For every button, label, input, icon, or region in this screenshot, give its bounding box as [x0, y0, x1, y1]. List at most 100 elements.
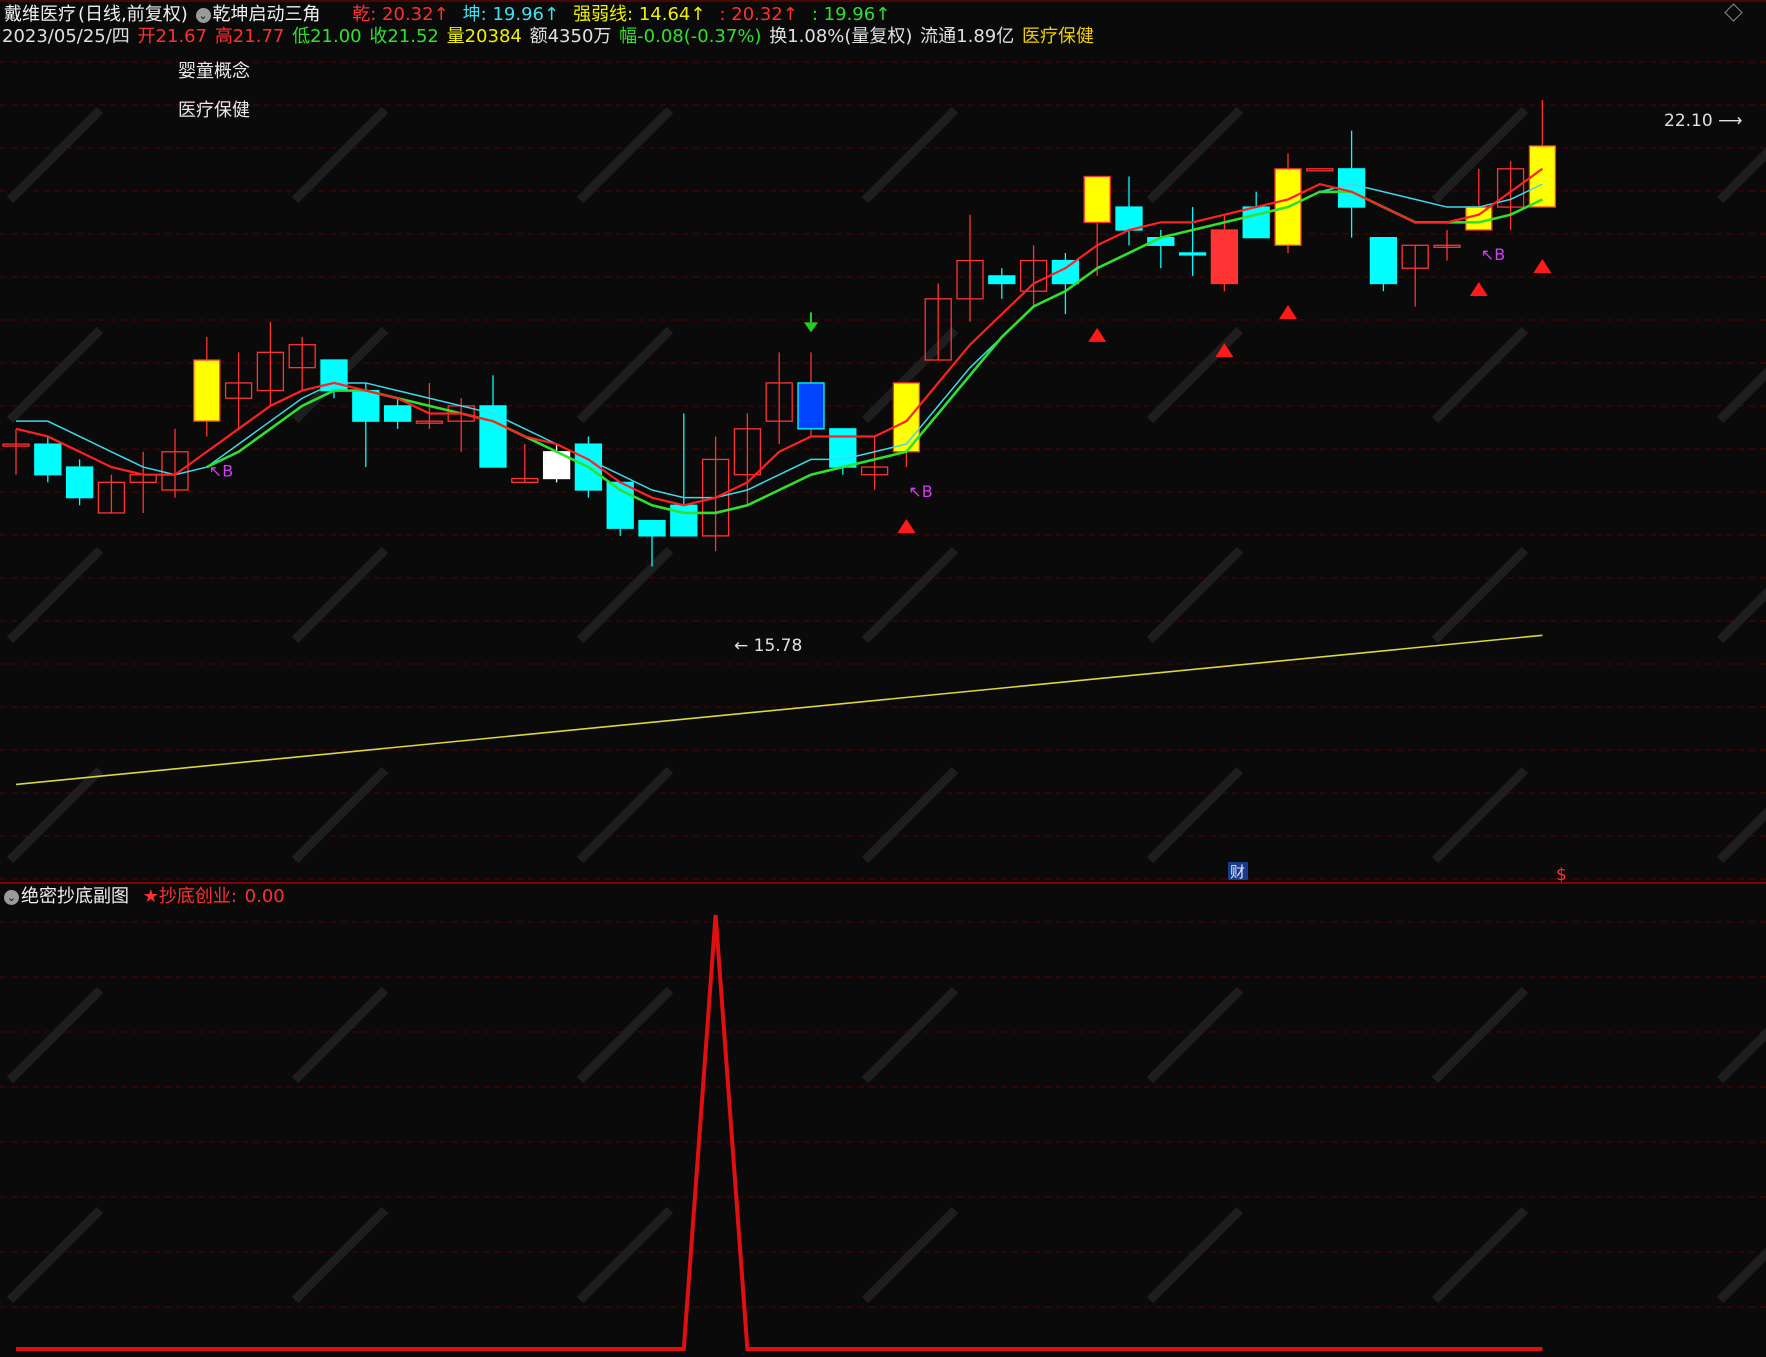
- watermark-mark: [1716, 1027, 1766, 1084]
- signal-triangle: [1533, 259, 1552, 274]
- watermark-mark: [861, 986, 959, 1084]
- chart-canvas[interactable]: ↖B↖B↖B22.10 ⟶← 15.78财 $: [0, 0, 1766, 1357]
- candle-body: [1115, 206, 1143, 231]
- candle-body: [383, 405, 412, 422]
- watermark-mark: [861, 546, 959, 644]
- low-price-label: ← 15.78: [734, 636, 802, 656]
- candle-body: [1210, 229, 1239, 285]
- candle-body: [829, 428, 857, 468]
- quote-close: 收21.52: [369, 26, 439, 47]
- candle-body: [1465, 206, 1493, 231]
- sub-indicator-series: [16, 914, 1543, 1351]
- high-price-label: 22.10 ⟶: [1664, 111, 1742, 131]
- buy-mark: ↖B: [908, 482, 932, 501]
- watermark-mark: [861, 766, 959, 864]
- watermark-mark: [861, 1206, 959, 1304]
- watermark-mark: [1146, 106, 1244, 204]
- indicator-value-4: : 19.96↑: [811, 4, 891, 25]
- candle-body: [1369, 236, 1398, 285]
- watermark-mark: [1716, 587, 1766, 644]
- quote-open: 开21.67: [137, 26, 208, 47]
- quote-low: 低21.00: [292, 26, 362, 47]
- quote-amount: 额4350万: [529, 26, 612, 47]
- watermark-mark: [6, 106, 104, 204]
- indicator-value-3: : 20.32↑: [719, 4, 798, 25]
- sub-panel-title[interactable]: 绝密抄底副图: [21, 886, 129, 907]
- sub-indicator-value: 0.00: [244, 886, 285, 907]
- period-label[interactable]: (日线,前复权): [78, 4, 188, 25]
- watermark-mark: [1146, 1206, 1244, 1304]
- quote-volume: 量20384: [446, 26, 522, 47]
- signal-triangle: [1088, 327, 1107, 342]
- watermark-mark: [6, 1206, 104, 1304]
- down-arrow-icon: [804, 322, 818, 333]
- candle-body: [1083, 175, 1111, 224]
- watermark-mark: [576, 986, 674, 1084]
- candle-body: [797, 382, 825, 430]
- watermark-mark: [1431, 546, 1529, 644]
- watermark-mark: [291, 986, 389, 1084]
- dropdown-icon[interactable]: ⌄: [4, 889, 19, 905]
- sub-panel-header: ⌄ 绝密抄底副图 ★抄底创业: 0.00: [4, 886, 287, 908]
- candle-body: [479, 405, 507, 468]
- sub-panel-grid: [0, 921, 1766, 1308]
- watermark-mark: [576, 326, 674, 424]
- watermark-mark: [6, 546, 104, 644]
- strength-line-path: [15, 634, 1543, 786]
- watermark-mark: [576, 1206, 674, 1304]
- concept-tag-2[interactable]: 医疗保健: [178, 96, 250, 122]
- ma-fast-line: [15, 167, 1544, 507]
- watermark-mark: [1146, 546, 1244, 644]
- candle-body: [1337, 168, 1366, 208]
- quote-date: 2023/05/25/四: [2, 26, 130, 47]
- candle-body: [352, 389, 380, 422]
- indicator-value-0: 乾: 20.32↑: [352, 4, 449, 25]
- watermark-mark: [576, 766, 674, 864]
- candle-body: [65, 466, 94, 499]
- indicator-name[interactable]: 乾坤启动三角: [213, 4, 321, 25]
- candle-body: [988, 275, 1016, 285]
- candle-body: [1178, 252, 1207, 256]
- indicator-value-2: 强弱线: 14.64↑: [573, 4, 706, 25]
- concept-tag-1[interactable]: 婴童概念: [178, 57, 250, 83]
- watermark-mark: [1431, 1206, 1529, 1304]
- strength-line: [15, 634, 1543, 786]
- watermark-mark: [576, 546, 674, 644]
- indicator-value-1: 坤: 19.96↑: [462, 4, 560, 25]
- quote-change: 幅-0.08(-0.37%): [619, 26, 762, 47]
- candle-body: [1306, 168, 1334, 172]
- dropdown-icon[interactable]: ⌄: [195, 7, 211, 23]
- watermark-mark: [291, 766, 389, 864]
- signal-marks: ↖B↖B↖B22.10 ⟶← 15.78财 $: [209, 111, 1743, 885]
- watermark-mark: [291, 106, 389, 204]
- indicator-values: 乾: 20.32↑ 坤: 19.96↑ 强弱线: 14.64↑ : 20.32↑ : 1…: [352, 4, 904, 25]
- watermark-mark: [576, 106, 674, 204]
- candle-body: [34, 443, 62, 476]
- quote-turnover: 换1.08%(量复权): [769, 26, 913, 47]
- watermark-mark: [291, 1206, 389, 1304]
- watermark-mark: [1146, 766, 1244, 864]
- quote-high: 高21.77: [214, 26, 285, 47]
- watermark-layer: [6, 106, 1766, 1304]
- sub-indicator-line: [16, 914, 1543, 1351]
- moving-average-lines: [15, 167, 1544, 515]
- watermark-mark: [6, 986, 104, 1084]
- stock-name[interactable]: 戴维医疗: [4, 4, 76, 25]
- buy-mark: ↖B: [209, 461, 233, 480]
- watermark-mark: [1431, 766, 1529, 864]
- watermark-mark: [1716, 1247, 1766, 1304]
- fin-badge: 财: [1230, 863, 1245, 881]
- candle-body: [638, 519, 666, 537]
- watermark-mark: [861, 106, 959, 204]
- signal-triangle: [897, 519, 916, 534]
- signal-triangle: [1279, 304, 1297, 319]
- candlestick-series: [2, 100, 1557, 567]
- title-bar: 戴维医疗 (日线,前复权) ⌄ 乾坤启动三角 乾: 20.32↑ 坤: 19.96↑ 强…: [4, 4, 906, 26]
- quote-line: 2023/05/25/四 开21.67 高21.77 低21.00 收21.52…: [2, 26, 1096, 48]
- buy-mark: ↖B: [1481, 245, 1505, 264]
- candle-body: [193, 359, 221, 422]
- signal-triangle: [1469, 282, 1488, 296]
- watermark-mark: [1716, 807, 1766, 864]
- quote-sector[interactable]: 医疗保健: [1022, 26, 1094, 47]
- watermark-mark: [291, 546, 389, 644]
